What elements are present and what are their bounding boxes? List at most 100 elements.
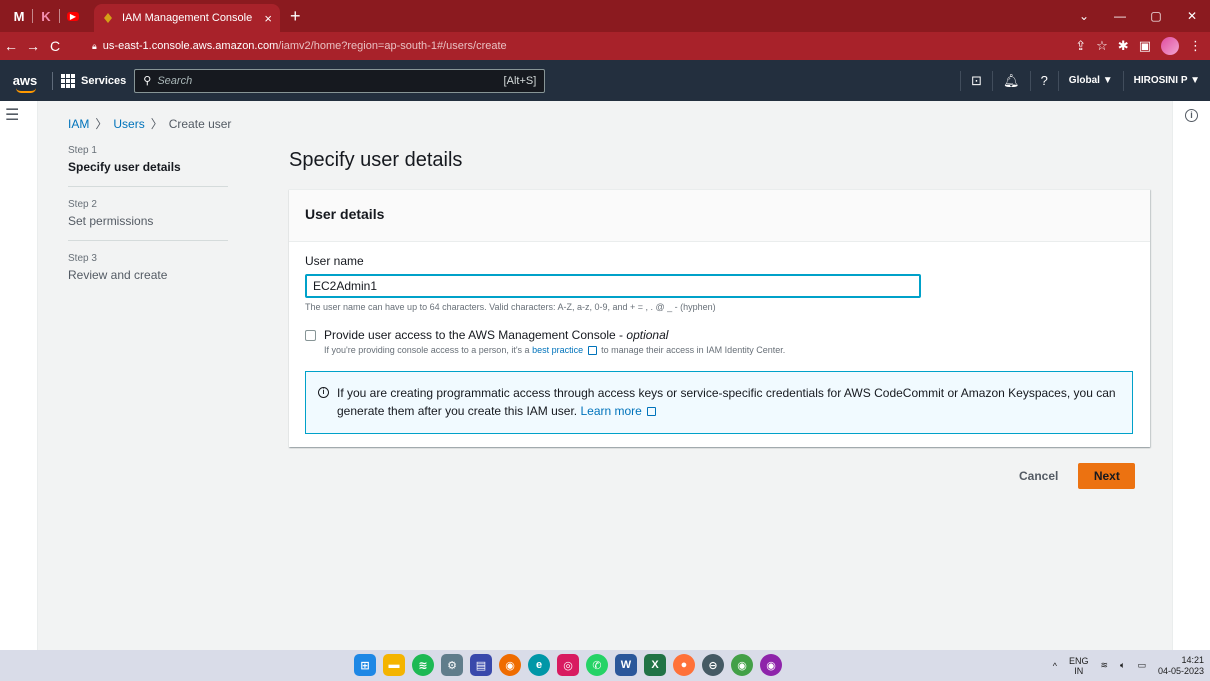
file-explorer-icon[interactable]: ▬ xyxy=(383,654,405,676)
clock[interactable]: 14:21 04-05-2023 xyxy=(1158,655,1204,677)
step-3: Step 3 Review and create xyxy=(68,253,228,294)
tray-expand-icon[interactable]: ^ xyxy=(1053,661,1057,671)
console-access-checkbox[interactable] xyxy=(305,330,316,341)
settings-gear-icon[interactable]: ⚙ xyxy=(441,654,463,676)
console-access-text: Provide user access to the AWS Managemen… xyxy=(324,328,624,342)
url-field[interactable]: 🔒︎ us-east-1.console.aws.amazon.com/iamv… xyxy=(92,35,1112,57)
extensions-icon[interactable]: ✱ xyxy=(1118,38,1129,54)
nav-separator xyxy=(52,71,53,90)
search-icon: ⚲ xyxy=(143,75,152,87)
forward-icon[interactable]: → xyxy=(22,38,44,54)
cancel-button[interactable]: Cancel xyxy=(1019,463,1058,489)
form-actions: Cancel Next xyxy=(1019,463,1136,489)
breadcrumb-current: Create user xyxy=(168,116,232,131)
chrome-canary-icon[interactable]: ◉ xyxy=(760,654,782,676)
left-nav-rail: ☰ xyxy=(0,101,38,650)
lock-icon: 🔒︎ xyxy=(92,40,97,51)
panel-body: User name The user name can have up to 6… xyxy=(289,242,1150,446)
battery-icon[interactable]: ▭ xyxy=(1137,660,1146,671)
windows-taskbar: ⊞ ▬ ≋ ⚙ ▤ ◉ e ◎ ✆ W X ● ⊖ ◉ ◉ ^ ENG IN ≋… xyxy=(0,650,1210,681)
wifi-icon[interactable]: ≋ xyxy=(1100,660,1108,671)
bookmark-star-icon[interactable]: ☆ xyxy=(1096,38,1108,54)
aws-top-nav: aws Services ⚲ Search [Alt+S] ⊡ 🔔︎ ? Glo… xyxy=(0,60,1210,101)
menu-hamburger-icon[interactable]: ☰ xyxy=(5,105,19,125)
windows-start-icon[interactable]: ⊞ xyxy=(354,654,376,676)
search-shortcut: [Alt+S] xyxy=(503,74,537,87)
region-selector[interactable]: Global ▼ xyxy=(1057,70,1123,91)
photos-icon[interactable]: ▤ xyxy=(470,654,492,676)
youtube-tab-icon[interactable]: ▶ xyxy=(60,0,86,32)
step-label: Review and create xyxy=(68,268,168,282)
app-icon[interactable]: ⊖ xyxy=(702,654,724,676)
browser-tab-bar: M K ▶ IAM Management Console × + ⌄ — ▢ ✕ xyxy=(0,0,1210,32)
username-input[interactable] xyxy=(305,274,921,298)
firefox-icon[interactable]: ● xyxy=(673,654,695,676)
step-number: Step 3 xyxy=(68,253,97,264)
minimize-button[interactable]: — xyxy=(1102,9,1138,23)
grid-icon xyxy=(61,73,75,88)
help-icon[interactable]: ? xyxy=(1029,70,1058,91)
instagram-icon[interactable]: ◎ xyxy=(557,654,579,676)
back-icon[interactable]: ← xyxy=(0,38,22,54)
console-access-description: If you're providing console access to a … xyxy=(324,345,785,356)
url-host: us-east-1.console.aws.amazon.com xyxy=(102,40,279,52)
k-tab-icon[interactable]: K xyxy=(33,0,59,32)
taskbar-apps: ⊞ ▬ ≋ ⚙ ▤ ◉ e ◎ ✆ W X ● ⊖ ◉ ◉ xyxy=(354,654,782,676)
user-details-panel: User details User name The user name can… xyxy=(289,189,1150,447)
tab-search-icon[interactable]: ⌄ xyxy=(1066,9,1102,23)
step-number: Step 2 xyxy=(68,199,97,210)
breadcrumb-users[interactable]: Users xyxy=(113,117,144,131)
reload-icon[interactable]: C xyxy=(44,38,66,54)
profile-avatar[interactable] xyxy=(1161,37,1179,55)
learn-more-link[interactable]: Learn more xyxy=(580,404,641,418)
cloudshell-icon[interactable]: ⊡ xyxy=(960,70,992,91)
tab-iam-console[interactable]: IAM Management Console × xyxy=(94,4,280,32)
alert-body: If you are creating programmatic access … xyxy=(337,384,1120,421)
new-tab-button[interactable]: + xyxy=(290,6,301,27)
info-panel-icon[interactable]: i xyxy=(1185,109,1198,122)
lang-code: ENG xyxy=(1068,655,1089,666)
services-menu-button[interactable]: Services xyxy=(61,73,127,88)
word-icon[interactable]: W xyxy=(615,654,637,676)
volume-icon[interactable]: 🔈︎ xyxy=(1120,660,1125,671)
close-window-button[interactable]: ✕ xyxy=(1174,9,1210,23)
gmail-tab-icon[interactable]: M xyxy=(6,0,32,32)
aws-logo[interactable]: aws xyxy=(6,73,44,93)
language-indicator[interactable]: ENG IN xyxy=(1069,656,1089,676)
sidepanel-icon[interactable]: ▣ xyxy=(1139,38,1151,54)
chrome-profile-icon[interactable]: ◉ xyxy=(731,654,753,676)
search-placeholder: Search xyxy=(157,74,193,87)
next-button[interactable]: Next xyxy=(1078,463,1136,489)
system-tray: ^ ENG IN ≋ 🔈︎ ▭ 14:21 04-05-2023 xyxy=(1053,650,1204,681)
alert-text: If you are creating programmatic access … xyxy=(337,386,1116,419)
pinned-tabs: M K ▶ xyxy=(0,0,86,32)
tab-close-icon[interactable]: × xyxy=(264,11,272,26)
lang-region: IN xyxy=(1074,665,1084,676)
info-icon: i xyxy=(318,387,329,399)
step-label: Specify user details xyxy=(68,160,181,174)
tab-title: IAM Management Console xyxy=(122,12,253,24)
breadcrumb-iam[interactable]: IAM xyxy=(68,117,89,131)
excel-icon[interactable]: X xyxy=(644,654,666,676)
username-label: User name xyxy=(305,254,364,268)
account-menu[interactable]: HIROSINI P ▼ xyxy=(1122,70,1210,91)
step-label: Set permissions xyxy=(68,214,154,228)
best-practice-link[interactable]: best practice xyxy=(532,345,583,355)
spotify-icon[interactable]: ≋ xyxy=(412,654,434,676)
services-label: Services xyxy=(81,74,127,87)
notifications-bell-icon[interactable]: 🔔︎ xyxy=(992,70,1030,91)
whatsapp-icon[interactable]: ✆ xyxy=(586,654,608,676)
search-input[interactable]: ⚲ Search [Alt+S] xyxy=(134,68,546,93)
nav-right-tools: ⊡ 🔔︎ ? Global ▼ HIROSINI P ▼ xyxy=(960,60,1210,101)
info-alert: i If you are creating programmatic acces… xyxy=(305,371,1133,435)
share-icon[interactable]: ⇪ xyxy=(1075,38,1086,54)
console-access-option: Provide user access to the AWS Managemen… xyxy=(305,328,1134,356)
maximize-button[interactable]: ▢ xyxy=(1138,9,1174,23)
browser-menu-icon[interactable]: ⋮ xyxy=(1189,38,1202,54)
chrome-icon[interactable]: ◉ xyxy=(499,654,521,676)
optional-tag: optional xyxy=(626,328,669,342)
step-number: Step 1 xyxy=(68,145,97,156)
console-access-label[interactable]: Provide user access to the AWS Managemen… xyxy=(324,328,785,342)
chevron-right-icon: 〉 xyxy=(95,117,108,131)
edge-icon[interactable]: e xyxy=(528,654,550,676)
